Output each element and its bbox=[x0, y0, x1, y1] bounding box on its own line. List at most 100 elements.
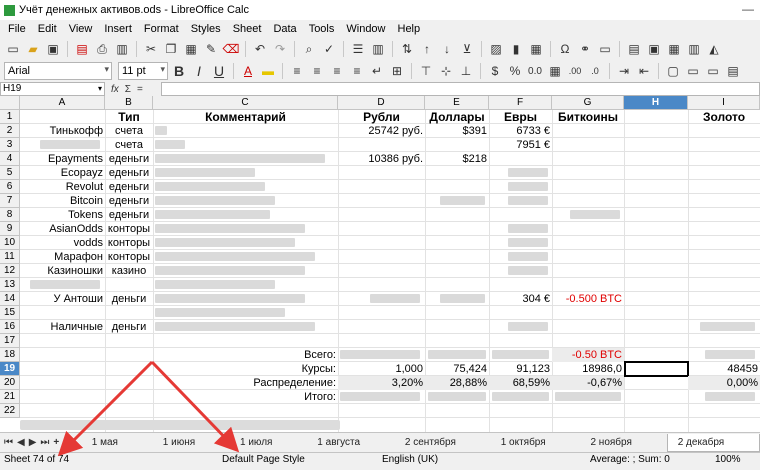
cell-d2[interactable]: 25742 руб. bbox=[338, 124, 425, 138]
formula-input[interactable] bbox=[161, 82, 760, 96]
column-header-d[interactable]: D bbox=[338, 96, 425, 110]
print-icon[interactable]: ⎙ bbox=[93, 40, 111, 58]
cell-b4[interactable]: еденьги bbox=[105, 152, 153, 166]
print-preview-icon[interactable]: ▥ bbox=[113, 40, 131, 58]
header-rubles[interactable]: Рубли bbox=[338, 110, 425, 124]
cell-a5[interactable]: Ecopayz bbox=[20, 166, 105, 180]
page-style[interactable]: Default Page Style bbox=[222, 454, 305, 465]
cell-c20[interactable]: Распределение: bbox=[153, 376, 338, 390]
menu-data[interactable]: Data bbox=[267, 23, 302, 35]
horizontal-scrollbar[interactable] bbox=[20, 420, 340, 430]
row-header[interactable]: 8 bbox=[0, 208, 20, 222]
freeze-rows-columns-icon[interactable]: ▦ bbox=[665, 40, 683, 58]
menu-tools[interactable]: Tools bbox=[303, 23, 341, 35]
align-center-icon[interactable]: ≡ bbox=[308, 62, 326, 80]
cell-g14[interactable]: -0.500 BTC bbox=[552, 292, 624, 306]
cell-a9[interactable]: AsianOdds bbox=[20, 222, 105, 236]
comment-icon[interactable]: ▭ bbox=[596, 40, 614, 58]
cell-f2[interactable]: 6733 € bbox=[489, 124, 552, 138]
cell-b16[interactable]: деньги bbox=[105, 320, 153, 334]
sort-descending-icon[interactable]: ↓ bbox=[438, 40, 456, 58]
split-window-icon[interactable]: ▥ bbox=[685, 40, 703, 58]
next-sheet-icon[interactable]: ▶ bbox=[29, 437, 37, 448]
paste-icon[interactable]: ▦ bbox=[182, 40, 200, 58]
date-format-icon[interactable]: ▦ bbox=[546, 62, 564, 80]
font-color-icon[interactable]: A bbox=[239, 62, 257, 80]
cell-f3[interactable]: 7951 € bbox=[489, 138, 552, 152]
row-header[interactable]: 9 bbox=[0, 222, 20, 236]
font-size-select[interactable]: 11 pt ▾ bbox=[118, 62, 168, 80]
cell-c21[interactable]: Итого: bbox=[153, 390, 338, 404]
pivot-table-icon[interactable]: ▦ bbox=[527, 40, 545, 58]
cell-e19[interactable]: 75,424 bbox=[425, 362, 489, 376]
sheet-tab[interactable]: 1 августа 2020 bbox=[307, 434, 395, 466]
bold-icon[interactable]: B bbox=[170, 62, 188, 80]
cell-d4[interactable]: 10386 руб. bbox=[338, 152, 425, 166]
row-header[interactable]: 4 bbox=[0, 152, 20, 166]
chart-icon[interactable]: ▮ bbox=[507, 40, 525, 58]
menu-help[interactable]: Help bbox=[392, 23, 427, 35]
row-header[interactable]: 21 bbox=[0, 390, 20, 404]
clone-formatting-icon[interactable]: ✎ bbox=[202, 40, 220, 58]
border-color-icon[interactable]: ▭ bbox=[704, 62, 722, 80]
menu-sheet[interactable]: Sheet bbox=[227, 23, 268, 35]
zoom-level[interactable]: 100% bbox=[715, 454, 741, 465]
percent-format-icon[interactable]: % bbox=[506, 62, 524, 80]
sheet-tab[interactable]: 1 июня 2020 bbox=[153, 434, 230, 466]
cell-b7[interactable]: еденьги bbox=[105, 194, 153, 208]
cell-a11[interactable]: Марафон bbox=[20, 250, 105, 264]
cell-b8[interactable]: еденьги bbox=[105, 208, 153, 222]
menu-file[interactable]: File bbox=[2, 23, 32, 35]
row-header[interactable]: 14 bbox=[0, 292, 20, 306]
cell-b12[interactable]: казино bbox=[105, 264, 153, 278]
cell-g19[interactable]: 18986,0 bbox=[552, 362, 624, 376]
row-header[interactable]: 22 bbox=[0, 404, 20, 418]
row-header[interactable]: 11 bbox=[0, 250, 20, 264]
justify-icon[interactable]: ≡ bbox=[348, 62, 366, 80]
cell-a4[interactable]: Epayments bbox=[20, 152, 105, 166]
cell-e4[interactable]: $218 bbox=[425, 152, 489, 166]
sheet-tab-active[interactable]: 2 декабря 2020 bbox=[666, 433, 760, 466]
cell-b2[interactable]: счета bbox=[105, 124, 153, 138]
align-bottom-icon[interactable]: ⊥ bbox=[457, 62, 475, 80]
row-header[interactable]: 19 bbox=[0, 362, 20, 376]
active-cell-h19[interactable] bbox=[624, 361, 689, 377]
export-pdf-icon[interactable]: ▤ bbox=[73, 40, 91, 58]
last-sheet-icon[interactable]: ⏭ bbox=[40, 437, 49, 448]
autofilter-icon[interactable]: ⊻ bbox=[458, 40, 476, 58]
cell-f19[interactable]: 91,123 bbox=[489, 362, 552, 376]
cell-b6[interactable]: еденьги bbox=[105, 180, 153, 194]
header-euros[interactable]: Евры bbox=[489, 110, 552, 124]
copy-icon[interactable]: ❐ bbox=[162, 40, 180, 58]
sheet-tab[interactable]: 1 июля 2020 bbox=[230, 434, 307, 466]
cell-a8[interactable]: Tokens bbox=[20, 208, 105, 222]
image-icon[interactable]: ▨ bbox=[487, 40, 505, 58]
find-replace-icon[interactable]: ⌕ bbox=[300, 40, 318, 58]
column-header-f[interactable]: F bbox=[489, 96, 552, 110]
row-header[interactable]: 1 bbox=[0, 110, 20, 124]
row-header[interactable]: 2 bbox=[0, 124, 20, 138]
menu-edit[interactable]: Edit bbox=[32, 23, 63, 35]
cell-d20[interactable]: 3,20% bbox=[338, 376, 425, 390]
cell-a6[interactable]: Revolut bbox=[20, 180, 105, 194]
header-type[interactable]: Тип bbox=[105, 110, 153, 124]
new-document-icon[interactable]: ▭ bbox=[4, 40, 22, 58]
row-header[interactable]: 3 bbox=[0, 138, 20, 152]
column-header-c[interactable]: C bbox=[153, 96, 338, 110]
sort-icon[interactable]: ⇅ bbox=[398, 40, 416, 58]
select-all-corner[interactable] bbox=[0, 96, 20, 110]
merge-cells-icon[interactable]: ⊞ bbox=[388, 62, 406, 80]
add-decimal-icon[interactable]: .00 bbox=[566, 62, 584, 80]
align-middle-icon[interactable]: ⊹ bbox=[437, 62, 455, 80]
headers-footers-icon[interactable]: ▤ bbox=[625, 40, 643, 58]
define-print-area-icon[interactable]: ▣ bbox=[645, 40, 663, 58]
cell-i20[interactable]: 0,00% bbox=[688, 376, 760, 390]
row-header[interactable]: 18 bbox=[0, 348, 20, 362]
name-box[interactable]: H19 ▾ bbox=[0, 82, 105, 96]
number-format-icon[interactable]: 0.0 bbox=[526, 62, 544, 80]
cell-a12[interactable]: Казиношки bbox=[20, 264, 105, 278]
column-header-h[interactable]: H bbox=[624, 96, 688, 110]
header-dollars[interactable]: Доллары bbox=[425, 110, 489, 124]
cell-b5[interactable]: еденьги bbox=[105, 166, 153, 180]
delete-decimal-icon[interactable]: .0 bbox=[586, 62, 604, 80]
